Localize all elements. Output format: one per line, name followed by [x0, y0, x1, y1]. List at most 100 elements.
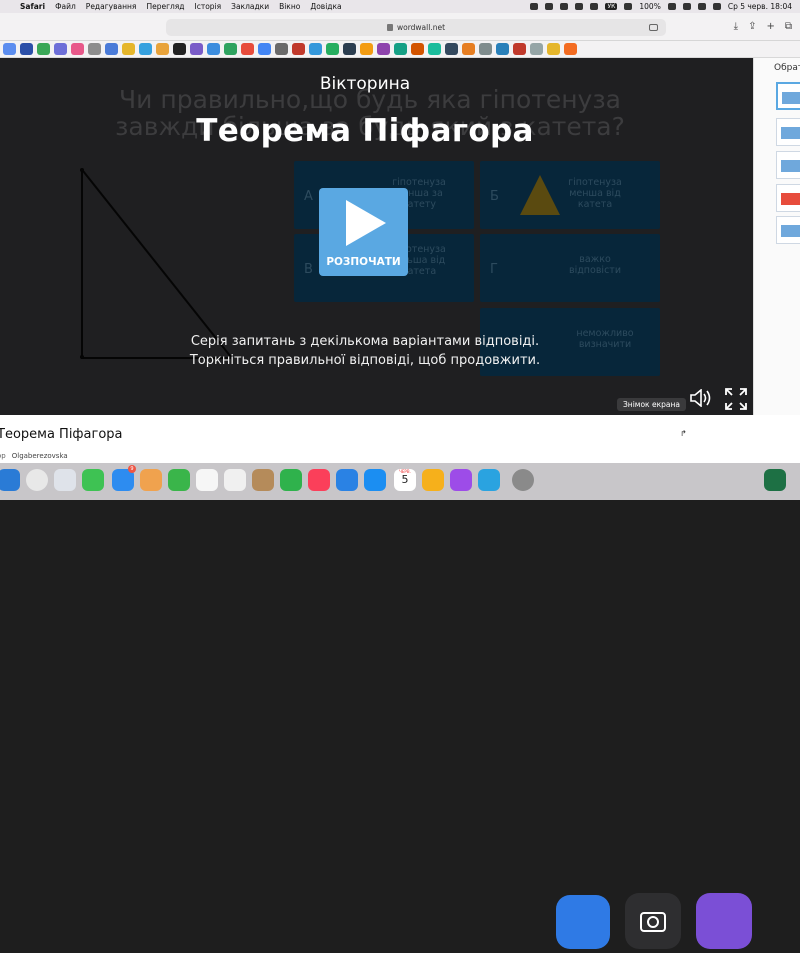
bookmark-icon[interactable]	[394, 43, 407, 55]
notes-icon[interactable]	[224, 469, 246, 491]
share-icon[interactable]: ↱	[680, 429, 687, 438]
bookmark-icon[interactable]	[105, 43, 118, 55]
pages-icon[interactable]	[422, 469, 444, 491]
translate-icon[interactable]	[649, 24, 658, 31]
bookmark-icon[interactable]	[71, 43, 84, 55]
bookmark-icon[interactable]	[37, 43, 50, 55]
camera-icon	[640, 912, 666, 932]
bookmark-icon[interactable]	[360, 43, 373, 55]
answer-option: Г важко відповісти	[480, 234, 660, 302]
template-thumbnail[interactable]	[776, 184, 800, 212]
bookmark-icon[interactable]	[20, 43, 33, 55]
wifi-icon[interactable]	[682, 3, 691, 10]
viber-icon[interactable]	[696, 893, 752, 949]
bookmark-icon[interactable]	[547, 43, 560, 55]
bookmark-icon[interactable]	[479, 43, 492, 55]
screenshot-app-icon[interactable]	[625, 893, 681, 949]
chrome-icon[interactable]	[26, 469, 48, 491]
address-bar[interactable]: wordwall.net	[166, 19, 666, 36]
status-app-icon[interactable]	[590, 3, 599, 10]
safari-icon[interactable]	[0, 469, 20, 491]
control-center-icon[interactable]	[712, 3, 721, 10]
bookmark-icon[interactable]	[343, 43, 356, 55]
bookmark-icon[interactable]	[326, 43, 339, 55]
search-icon[interactable]	[697, 3, 706, 10]
bookmark-icon[interactable]	[445, 43, 458, 55]
bookmark-icon[interactable]	[275, 43, 288, 55]
system-settings-icon[interactable]	[512, 469, 534, 491]
download-icon[interactable]: ⤓	[734, 21, 738, 32]
bookmark-icon[interactable]	[292, 43, 305, 55]
excel-icon[interactable]	[764, 469, 786, 491]
bookmark-icon[interactable]	[139, 43, 152, 55]
music-icon[interactable]	[308, 469, 330, 491]
template-thumbnail[interactable]	[776, 118, 800, 146]
bookmark-icon[interactable]	[224, 43, 237, 55]
bookmark-icon[interactable]	[513, 43, 526, 55]
status-app-icon[interactable]	[530, 3, 539, 10]
photos-icon[interactable]	[140, 469, 162, 491]
bookmark-icon[interactable]	[88, 43, 101, 55]
telegram-icon[interactable]	[478, 469, 500, 491]
start-button[interactable]: РОЗПОЧАТИ	[319, 188, 408, 276]
bookmark-icon[interactable]	[428, 43, 441, 55]
template-sidebar: Обрат	[753, 58, 800, 415]
contacts-icon[interactable]	[252, 469, 274, 491]
status-app-icon[interactable]	[560, 3, 569, 10]
app-store-icon[interactable]	[364, 469, 386, 491]
menu-window[interactable]: Вікно	[279, 2, 300, 11]
bookmark-icon[interactable]	[411, 43, 424, 55]
volume-icon[interactable]	[690, 389, 712, 407]
battery-icon[interactable]	[667, 3, 676, 10]
bookmark-icon[interactable]	[496, 43, 509, 55]
reminders-icon[interactable]	[196, 469, 218, 491]
bookmark-icon[interactable]	[258, 43, 271, 55]
freeform-icon[interactable]	[556, 895, 610, 949]
bookmark-icon[interactable]	[241, 43, 254, 55]
tab-overview-icon[interactable]: ⧉	[785, 21, 792, 32]
status-app-icon[interactable]	[545, 3, 554, 10]
bookmark-icon[interactable]	[530, 43, 543, 55]
share-icon[interactable]: ⇪	[748, 21, 756, 32]
menu-edit[interactable]: Редагування	[86, 2, 137, 11]
status-app-icon[interactable]	[575, 3, 584, 10]
launchpad-icon[interactable]	[54, 469, 76, 491]
menu-file[interactable]: Файл	[55, 2, 76, 11]
template-thumbnail[interactable]	[776, 216, 800, 244]
url-text: wordwall.net	[396, 23, 446, 32]
facetime-icon[interactable]	[168, 469, 190, 491]
menu-safari[interactable]: Safari	[20, 2, 45, 11]
new-tab-icon[interactable]: +	[766, 21, 774, 32]
menu-bookmarks[interactable]: Закладки	[231, 2, 269, 11]
bookmark-icon[interactable]	[156, 43, 169, 55]
calendar-icon[interactable]: ЧЕРВ. 5	[394, 469, 416, 491]
menu-help[interactable]: Довідка	[310, 2, 341, 11]
bluetooth-icon[interactable]	[624, 3, 633, 10]
messages-icon[interactable]	[82, 469, 104, 491]
template-thumbnail[interactable]	[776, 82, 800, 110]
calendar-day: 5	[401, 473, 409, 486]
bookmark-icon[interactable]	[190, 43, 203, 55]
fullscreen-icon[interactable]	[725, 388, 747, 410]
author-link[interactable]: Olgaberezovska	[12, 452, 68, 460]
bookmark-icon[interactable]	[207, 43, 220, 55]
bookmark-icon[interactable]	[462, 43, 475, 55]
bookmark-icon[interactable]	[173, 43, 186, 55]
bookmark-icon[interactable]	[309, 43, 322, 55]
menu-history[interactable]: Історія	[195, 2, 222, 11]
numbers-icon[interactable]	[280, 469, 302, 491]
bookmark-icon[interactable]	[564, 43, 577, 55]
template-thumbnail[interactable]	[776, 151, 800, 179]
keynote-icon[interactable]	[336, 469, 358, 491]
option-letter: А	[304, 189, 313, 204]
bookmark-icon[interactable]	[122, 43, 135, 55]
activity-description: Серія запитань з декількома варіантами в…	[0, 332, 730, 370]
keyboard-layout-indicator[interactable]: УК	[605, 3, 618, 10]
clock[interactable]: Ср 5 черв. 18:04	[728, 2, 792, 11]
bookmark-icon[interactable]	[3, 43, 16, 55]
menu-view[interactable]: Перегляд	[146, 2, 184, 11]
activity-title: Теорема Піфагора	[196, 113, 534, 149]
podcasts-icon[interactable]	[450, 469, 472, 491]
bookmark-icon[interactable]	[54, 43, 67, 55]
bookmark-icon[interactable]	[377, 43, 390, 55]
